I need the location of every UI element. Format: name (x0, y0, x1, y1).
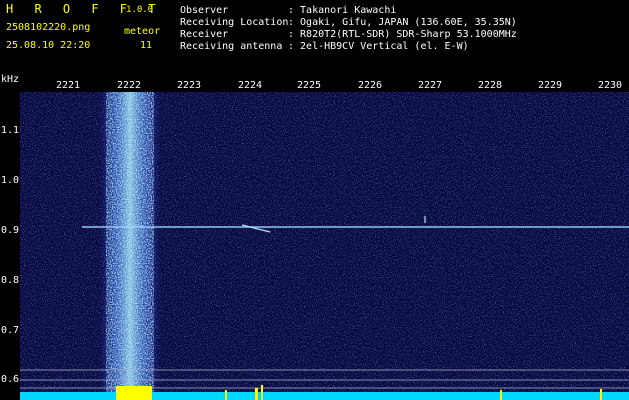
peak-marker (255, 388, 258, 400)
peak-marker (500, 390, 502, 400)
x-tick: 2222 (116, 80, 142, 91)
observer-value: : Takanori Kawachi (288, 5, 397, 16)
x-tick: 2227 (417, 80, 443, 91)
header-panel: H R O F F T 1.0.0 2508102220.png meteor … (0, 0, 629, 78)
receiver-value: : R820T2(RTL-SDR) SDR-Sharp 53.1000MHz (288, 29, 517, 40)
date-time: 25.08.10 22:20 (6, 40, 91, 51)
y-tick: 0.7 (1, 325, 20, 336)
observer-label: Observer (180, 5, 229, 16)
peak-marker (225, 390, 227, 400)
y-tick: 1.1 (1, 125, 20, 136)
app-version: 1.0.0 (126, 5, 154, 15)
mode-label: meteor (124, 26, 161, 37)
file-name: 2508102220.png (6, 22, 91, 33)
peak-marker (600, 389, 602, 400)
y-tick: 0.9 (1, 225, 20, 236)
x-tick: 2229 (537, 80, 563, 91)
y-unit-label: kHz (1, 74, 20, 85)
x-tick: 2223 (176, 80, 202, 91)
y-tick: 0.6 (1, 374, 20, 385)
peak-marker (116, 386, 152, 400)
x-tick: 2221 (55, 80, 81, 91)
carrier-band-noise (106, 92, 154, 392)
y-tick: 1.0 (1, 175, 20, 186)
x-tick: 2226 (357, 80, 383, 91)
spectrogram-plot (20, 92, 629, 400)
location-value: : Ogaki, Gifu, JAPAN (136.60E, 35.35N) (288, 17, 517, 28)
meteor-count: 11 (140, 40, 153, 51)
x-tick: 2228 (477, 80, 503, 91)
location-label: Receiving Location (180, 17, 289, 28)
x-axis-ticks: 2221 2222 2223 2224 2225 2226 2227 2228 … (0, 78, 629, 92)
antenna-value: : 2el-HB9CV Vertical (el. E-W) (288, 41, 469, 52)
y-tick: 0.8 (1, 275, 20, 286)
x-tick: 2224 (237, 80, 263, 91)
receiver-label: Receiver (180, 29, 229, 40)
antenna-label: Receiving antenna (180, 41, 283, 52)
baseline-spectrum (20, 392, 629, 400)
x-tick: 2225 (296, 80, 322, 91)
x-tick: 2230 (597, 80, 623, 91)
spectrogram-svg (20, 92, 629, 400)
peak-marker (261, 385, 263, 400)
